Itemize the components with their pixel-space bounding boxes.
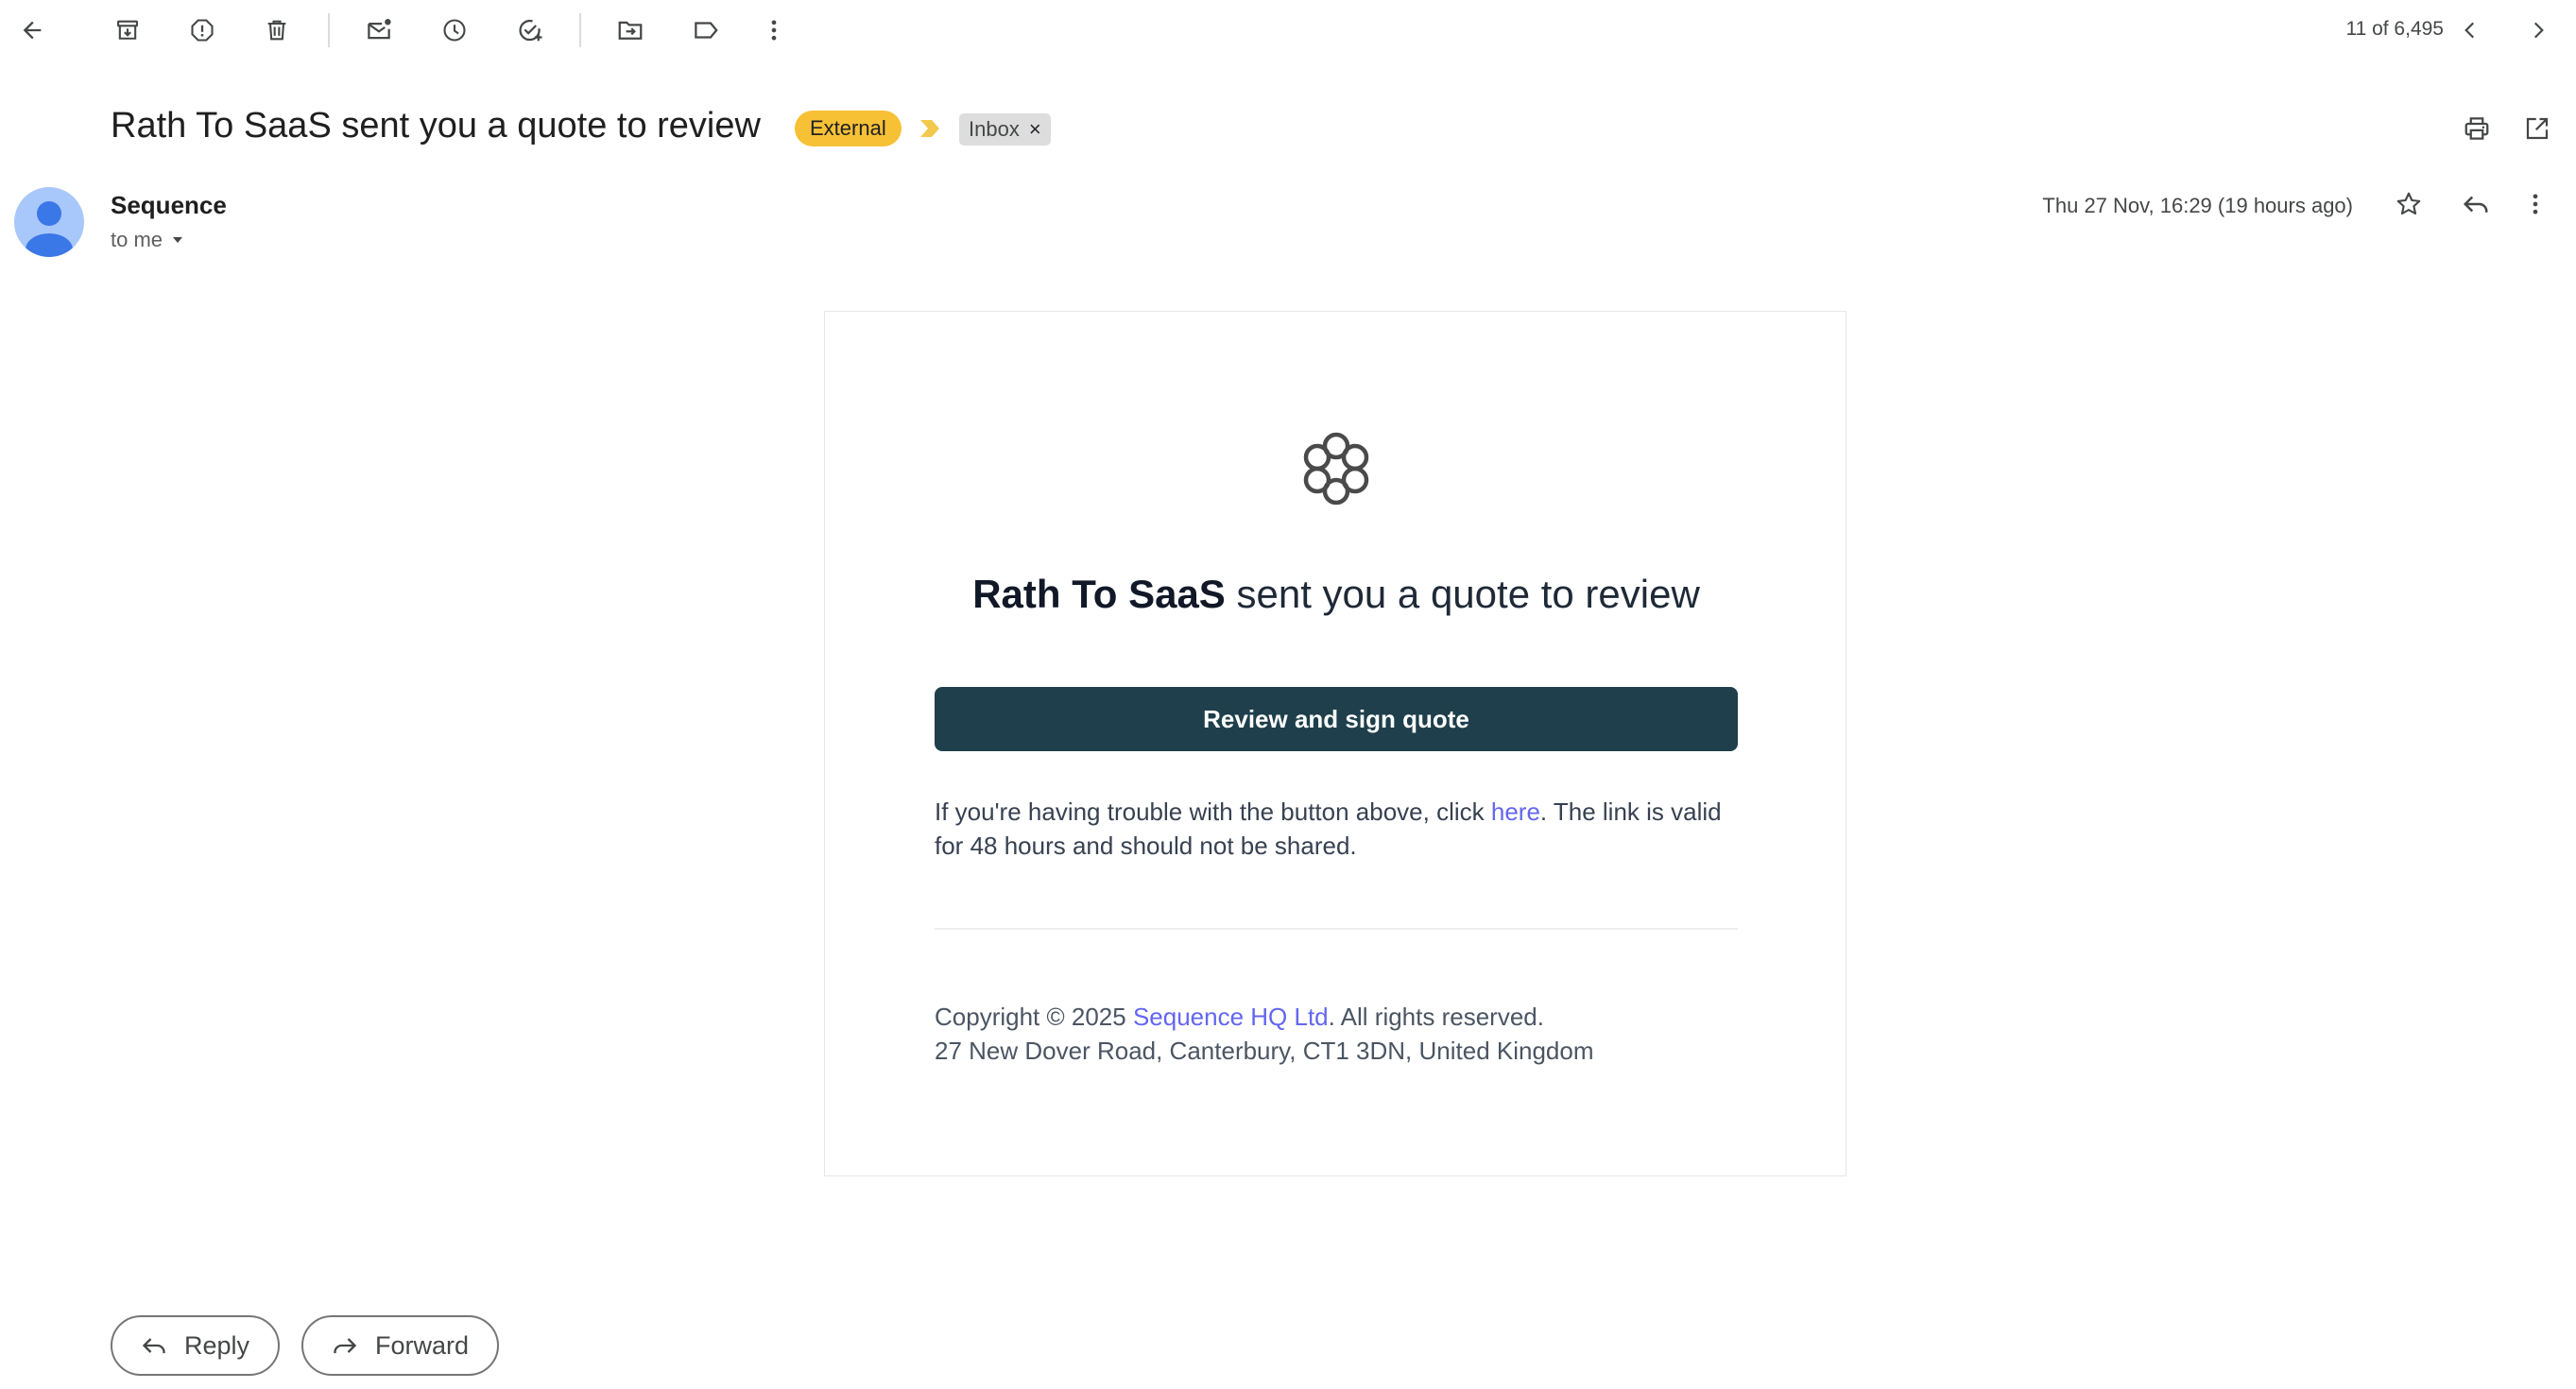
reply-label: Reply [184, 1330, 250, 1360]
more-vert-icon [761, 17, 787, 43]
external-label: External [795, 111, 902, 146]
print-icon [2463, 114, 2491, 143]
forward-icon [332, 1332, 358, 1359]
company-link[interactable]: Sequence HQ Ltd [1133, 1003, 1329, 1031]
email-subject: Rath To SaaS sent you a quote to review [111, 106, 761, 146]
delete-icon [264, 17, 290, 43]
company-address: 27 New Dover Road, Canterbury, CT1 3DN, … [935, 1037, 1594, 1065]
copyright-line: Copyright © 2025 Sequence HQ Ltd. All ri… [935, 1000, 1785, 1034]
older-message-button[interactable] [2517, 9, 2559, 51]
email-heading: Rath To SaaS sent you a quote to review [825, 572, 1847, 617]
open-new-window-icon [2523, 114, 2551, 143]
inbox-label: Inbox × [959, 113, 1051, 146]
reply-icon [141, 1332, 167, 1359]
star-icon [2395, 190, 2423, 218]
more-options-button[interactable] [753, 9, 795, 51]
sequence-logo-icon [1289, 421, 1383, 516]
message-more-button[interactable] [2515, 183, 2556, 225]
add-task-icon [516, 16, 544, 44]
email-footer: Copyright © 2025 Sequence HQ Ltd. All ri… [935, 1000, 1785, 1068]
reply-button[interactable]: Reply [111, 1315, 281, 1376]
toolbar: 11 of 6,495 [0, 0, 2576, 60]
recipient-details-toggle[interactable]: to me [111, 228, 185, 252]
recipient-text: to me [111, 228, 163, 251]
heading-text: sent you a quote to review [1225, 572, 1700, 616]
print-button[interactable] [2456, 108, 2498, 149]
sender-avatar[interactable] [14, 187, 84, 257]
footer-divider [935, 928, 1738, 930]
forward-label: Forward [375, 1330, 470, 1360]
snooze-icon [441, 17, 468, 43]
message-date: Thu 27 Nov, 16:29 (19 hours ago) [2042, 194, 2353, 217]
copyright-prefix: Copyright © 2025 [935, 1003, 1133, 1031]
move-to-icon [616, 16, 644, 44]
remove-inbox-label-button[interactable]: × [1029, 113, 1041, 146]
reply-icon [2462, 190, 2490, 218]
toolbar-divider [579, 13, 581, 47]
forward-button[interactable]: Forward [301, 1315, 500, 1376]
caret-down-icon [170, 232, 185, 248]
more-vert-icon [2522, 191, 2549, 217]
star-button[interactable] [2388, 183, 2430, 225]
report-spam-icon [189, 17, 215, 43]
reply-header-button[interactable] [2455, 183, 2497, 225]
sender-company: Rath To SaaS [972, 572, 1226, 616]
toolbar-divider [328, 13, 330, 47]
label-icon [692, 16, 720, 44]
chevron-left-icon [2458, 18, 2482, 43]
add-task-button[interactable] [509, 9, 551, 51]
open-in-new-window-button[interactable] [2516, 108, 2558, 149]
fallback-text-prefix: If you're having trouble with the button… [935, 797, 1491, 826]
person-icon [26, 201, 73, 257]
back-arrow-icon [19, 17, 45, 43]
message-counter: 11 of 6,495 [2345, 18, 2444, 40]
snooze-button[interactable] [434, 9, 475, 51]
mark-unread-icon [365, 16, 393, 44]
back-button[interactable] [11, 9, 53, 51]
archive-icon [114, 17, 141, 43]
delete-button[interactable] [256, 9, 298, 51]
archive-button[interactable] [107, 9, 148, 51]
fallback-link-text: If you're having trouble with the button… [935, 795, 1747, 863]
copyright-suffix: . All rights reserved. [1328, 1003, 1544, 1031]
newer-message-button[interactable] [2449, 9, 2491, 51]
label-button[interactable] [685, 9, 727, 51]
review-sign-quote-button[interactable]: Review and sign quote [935, 687, 1738, 751]
email-body-card: Rath To SaaS sent you a quote to review … [824, 311, 1846, 1176]
sender-name[interactable]: Sequence [111, 191, 227, 220]
report-spam-button[interactable] [181, 9, 223, 51]
fallback-here-link[interactable]: here [1491, 797, 1540, 826]
importance-marker-icon[interactable] [919, 118, 943, 139]
inbox-label-text: Inbox [969, 117, 1020, 141]
move-to-button[interactable] [610, 9, 651, 51]
mark-unread-button[interactable] [358, 9, 400, 51]
chevron-right-icon [2526, 18, 2550, 43]
